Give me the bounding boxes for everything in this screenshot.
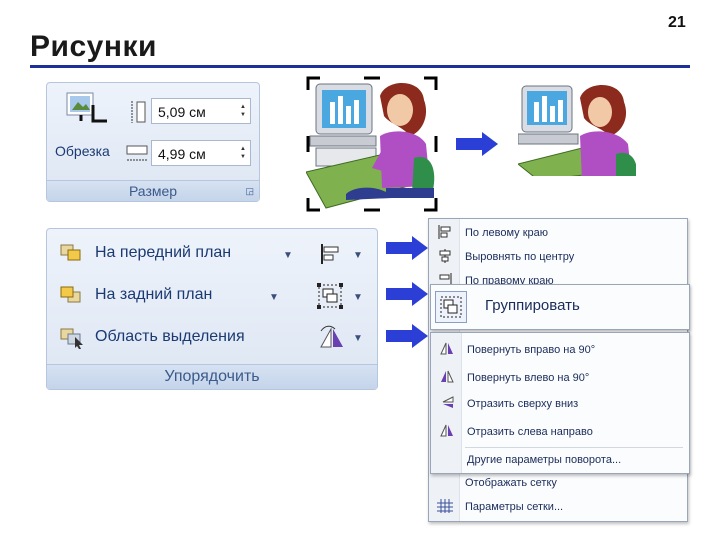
selection-pane-label: Область выделения	[95, 328, 245, 345]
menu-item-align-center[interactable]: Выровнять по центру	[429, 249, 687, 267]
shape-width-icon	[126, 145, 148, 161]
menu-item-more-rotation[interactable]: Другие параметры поворота...	[431, 451, 689, 471]
menu-item-group[interactable]: Группировать	[431, 285, 689, 329]
dialog-launcher-icon[interactable]: ◲	[245, 186, 254, 197]
selected-picture[interactable]	[305, 76, 438, 212]
menu-item-label: Отображать сетку	[465, 477, 557, 489]
send-backward-icon	[60, 286, 81, 303]
size-ribbon-group: Обрезка 5,09 см ▲ ▼ 4,99 см ▲ ▼ Размер ◲	[46, 82, 260, 202]
menu-item-flip-vertical[interactable]: Отразить сверху вниз	[431, 395, 689, 415]
flip-vertical-icon	[442, 396, 454, 408]
menu-item-rotate-right[interactable]: Повернуть вправо на 90°	[431, 341, 689, 361]
align-button[interactable]: ▼	[319, 241, 367, 267]
selection-pane-icon	[60, 328, 83, 349]
menu-item-label: По левому краю	[465, 227, 548, 239]
arrange-ribbon-group: На передний план ▼ На задний план ▼ Обла…	[46, 228, 378, 390]
align-center-icon	[439, 249, 451, 263]
menu-item-label: Повернуть вправо на 90°	[467, 344, 596, 356]
slide-title: Рисунки	[30, 30, 157, 63]
bring-forward-button[interactable]: На передний план ▼	[57, 239, 353, 269]
group-icon	[440, 296, 462, 318]
group-icon-frame	[435, 291, 467, 323]
flip-horizontal-icon	[440, 424, 453, 437]
menu-item-label: Другие параметры поворота...	[467, 454, 622, 466]
rotate-button[interactable]: ▼	[317, 323, 367, 351]
shape-width-field[interactable]: 4,99 см ▲ ▼	[151, 140, 251, 166]
shape-width-value: 4,99 см	[158, 146, 206, 162]
title-divider	[30, 65, 690, 68]
page-number: 21	[668, 14, 686, 31]
menu-item-label: Повернуть влево на 90°	[467, 372, 590, 384]
shape-height-icon	[131, 101, 146, 123]
crop-label[interactable]: Обрезка	[55, 143, 110, 159]
arrow-right-icon	[386, 324, 428, 348]
chevron-down-icon[interactable]: ▼	[353, 250, 363, 261]
menu-item-label: Выровнять по центру	[465, 251, 575, 263]
align-left-icon	[438, 225, 451, 239]
menu-item-label: Группировать	[485, 297, 580, 314]
crop-icon[interactable]	[63, 91, 109, 131]
bring-forward-icon	[60, 244, 81, 261]
selection-pane-button[interactable]: Область выделения	[57, 323, 353, 353]
chevron-down-icon[interactable]: ▼	[353, 292, 363, 303]
chevron-down-icon[interactable]: ▼	[269, 292, 279, 303]
menu-item-align-left[interactable]: По левому краю	[429, 225, 687, 243]
arrange-group-footer: Упорядочить	[47, 364, 377, 389]
cropped-picture	[518, 84, 636, 176]
group-button[interactable]: ▼	[315, 281, 367, 311]
shape-height-value: 5,09 см	[158, 104, 206, 120]
chevron-down-icon[interactable]: ▼	[353, 333, 363, 344]
office-worker-cropped-clipart	[518, 84, 636, 176]
arrow-right-icon	[386, 282, 428, 306]
menu-item-show-grid[interactable]: Отображать сетку	[429, 475, 687, 493]
align-icon	[321, 244, 339, 264]
send-backward-label: На задний план	[95, 286, 213, 303]
width-spinner-icon[interactable]: ▲ ▼	[240, 145, 246, 161]
send-backward-button[interactable]: На задний план ▼	[57, 281, 353, 311]
size-group-label: Размер	[128, 183, 178, 199]
group-menu: Группировать	[430, 284, 690, 330]
selection-handles[interactable]	[306, 76, 438, 212]
group-icon	[317, 283, 343, 309]
chevron-down-icon[interactable]: ▼	[283, 250, 293, 261]
menu-item-label: Параметры сетки...	[465, 501, 564, 513]
rotate-right-icon	[440, 342, 453, 355]
arrange-group-label: Упорядочить	[164, 368, 260, 385]
bring-forward-label: На передний план	[95, 244, 232, 261]
arrow-right-icon	[386, 236, 428, 260]
menu-item-label: Отразить сверху вниз	[467, 398, 579, 410]
rotate-menu: Повернуть вправо на 90° Повернуть влево …	[430, 332, 690, 474]
grid-icon	[437, 499, 453, 513]
rotate-left-icon	[441, 370, 454, 383]
menu-item-label: Отразить слева направо	[467, 426, 593, 438]
size-group-footer: Размер	[47, 180, 259, 201]
menu-separator	[465, 447, 683, 448]
menu-item-grid-settings[interactable]: Параметры сетки...	[429, 499, 687, 517]
menu-item-flip-horizontal[interactable]: Отразить слева направо	[431, 423, 689, 443]
height-spinner-icon[interactable]: ▲ ▼	[240, 103, 246, 119]
shape-height-field[interactable]: 5,09 см ▲ ▼	[151, 98, 251, 124]
rotate-icon	[320, 325, 343, 348]
arrow-right-icon	[456, 132, 498, 156]
menu-item-rotate-left[interactable]: Повернуть влево на 90°	[431, 369, 689, 389]
